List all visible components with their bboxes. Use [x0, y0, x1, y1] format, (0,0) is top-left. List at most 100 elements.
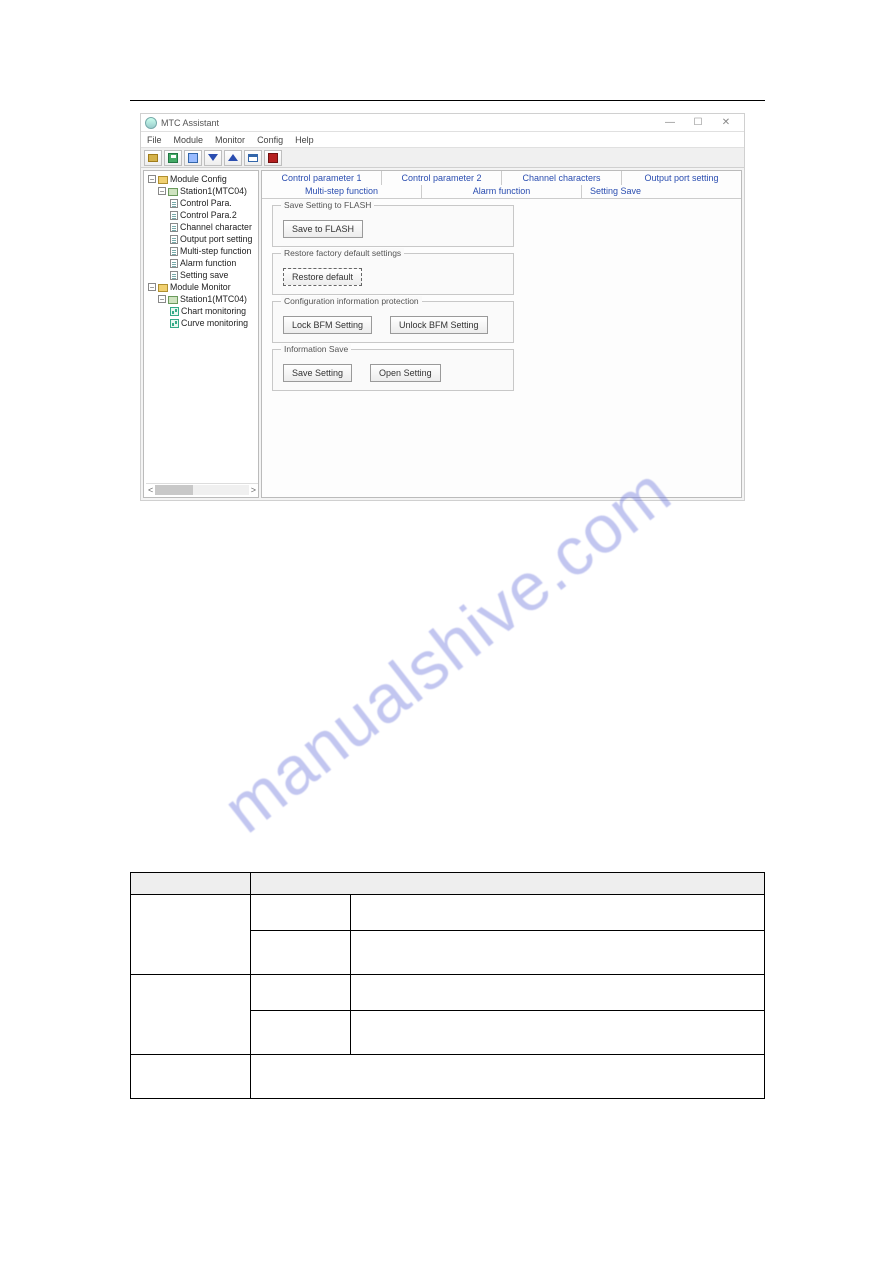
tree-item-setting-save[interactable]: Setting save	[146, 269, 258, 281]
tree-label: Module Monitor	[170, 282, 231, 292]
menu-monitor[interactable]: Monitor	[215, 135, 245, 145]
tree-item-control-para[interactable]: Control Para.	[146, 197, 258, 209]
scroll-track[interactable]	[155, 485, 248, 495]
tree-item-multistep[interactable]: Multi-step function	[146, 245, 258, 257]
page-icon	[170, 259, 178, 268]
scroll-thumb[interactable]	[155, 485, 192, 495]
page-icon	[170, 211, 178, 220]
tree-item-module-config[interactable]: − Module Config	[146, 173, 258, 185]
tab-setting-save[interactable]: Setting Save	[582, 185, 741, 198]
tab-multistep-function[interactable]: Multi-step function	[262, 185, 422, 198]
tab-control-parameter-2[interactable]: Control parameter 2	[381, 171, 501, 185]
page-icon	[170, 199, 178, 208]
doc-table	[130, 872, 765, 1099]
station-icon	[168, 296, 178, 304]
restore-default-button[interactable]: Restore default	[283, 268, 362, 286]
tree-item-control-para2[interactable]: Control Para.2	[146, 209, 258, 221]
tree-item-station-config[interactable]: − Station1(MTC04)	[146, 185, 258, 197]
open-button[interactable]	[144, 150, 162, 166]
tree-label: Control Para.	[180, 198, 232, 208]
collapse-icon[interactable]: −	[158, 187, 166, 195]
scroll-left-icon[interactable]: <	[148, 485, 153, 495]
menu-help[interactable]: Help	[295, 135, 314, 145]
group-legend: Save Setting to FLASH	[281, 200, 374, 210]
tree-item-output-port[interactable]: Output port setting	[146, 233, 258, 245]
group-restore-default: Restore factory default settings Restore…	[272, 253, 514, 295]
tree-label: Station1(MTC04)	[180, 186, 247, 196]
menu-config[interactable]: Config	[257, 135, 283, 145]
table-cell	[351, 931, 765, 975]
scroll-right-icon[interactable]: >	[251, 485, 256, 495]
menu-module[interactable]: Module	[174, 135, 204, 145]
collapse-icon[interactable]: −	[148, 175, 156, 183]
table-row	[131, 975, 765, 1011]
tree-label: Module Config	[170, 174, 227, 184]
tabs-row-2: Multi-step function Alarm function Setti…	[262, 185, 741, 199]
minimize-button[interactable]: —	[656, 117, 684, 128]
save-button[interactable]	[164, 150, 182, 166]
tree-label: Curve monitoring	[181, 318, 248, 328]
collapse-icon[interactable]: −	[158, 295, 166, 303]
download-icon	[208, 154, 218, 161]
group-config-protection: Configuration information protection Loc…	[272, 301, 514, 343]
page-icon	[170, 223, 178, 232]
table-cell	[131, 895, 251, 975]
download-button[interactable]	[204, 150, 222, 166]
page-icon	[170, 271, 178, 280]
save-setting-button[interactable]: Save Setting	[283, 364, 352, 382]
tree-item-module-monitor[interactable]: − Module Monitor	[146, 281, 258, 293]
maximize-button[interactable]: ☐	[684, 117, 712, 128]
tree-item-alarm[interactable]: Alarm function	[146, 257, 258, 269]
group-save-flash: Save Setting to FLASH Save to FLASH	[272, 205, 514, 247]
open-icon	[148, 154, 158, 162]
station-icon	[168, 188, 178, 196]
stop-icon	[268, 153, 278, 163]
tab-channel-characters[interactable]: Channel characters	[501, 171, 621, 185]
table-cell	[251, 975, 351, 1011]
group-information-save: Information Save Save Setting Open Setti…	[272, 349, 514, 391]
table-header	[251, 873, 765, 895]
tree-label: Station1(MTC04)	[180, 294, 247, 304]
tree-label: Setting save	[180, 270, 228, 280]
tree-label: Control Para.2	[180, 210, 237, 220]
table-row	[131, 895, 765, 931]
tabs-row-1: Control parameter 1 Control parameter 2 …	[262, 171, 741, 185]
menu-file[interactable]: File	[147, 135, 162, 145]
stop-button[interactable]	[264, 150, 282, 166]
toolbar	[141, 148, 744, 168]
page-rule	[130, 100, 765, 101]
open-setting-button[interactable]: Open Setting	[370, 364, 441, 382]
properties-button[interactable]	[184, 150, 202, 166]
app-window: MTC Assistant — ☐ ✕ File Module Monitor …	[140, 113, 745, 501]
tab-control-parameter-1[interactable]: Control parameter 1	[262, 171, 381, 185]
tab-alarm-function[interactable]: Alarm function	[422, 185, 582, 198]
close-button[interactable]: ✕	[712, 117, 740, 128]
tab-output-port-setting[interactable]: Output port setting	[621, 171, 741, 185]
table-header-row	[131, 873, 765, 895]
unlock-bfm-button[interactable]: Unlock BFM Setting	[390, 316, 488, 334]
table-header	[131, 873, 251, 895]
tree-item-curve-monitoring[interactable]: Curve monitoring	[146, 317, 258, 329]
tree-item-station-monitor[interactable]: − Station1(MTC04)	[146, 293, 258, 305]
tree-item-channel-character[interactable]: Channel character	[146, 221, 258, 233]
horizontal-scrollbar[interactable]: < >	[146, 483, 258, 495]
properties-icon	[188, 153, 198, 163]
tree-label: Channel character	[180, 222, 252, 232]
tree-item-chart-monitoring[interactable]: Chart monitoring	[146, 305, 258, 317]
folder-icon	[158, 176, 168, 184]
tree-label: Alarm function	[180, 258, 236, 268]
upload-icon	[228, 154, 238, 161]
menubar: File Module Monitor Config Help	[141, 132, 744, 148]
watermark: manualshive.com	[208, 452, 685, 848]
save-to-flash-button[interactable]: Save to FLASH	[283, 220, 363, 238]
main-panel: Control parameter 1 Control parameter 2 …	[261, 170, 742, 498]
window-button[interactable]	[244, 150, 262, 166]
lock-bfm-button[interactable]: Lock BFM Setting	[283, 316, 372, 334]
titlebar: MTC Assistant — ☐ ✕	[141, 114, 744, 132]
window-title: MTC Assistant	[161, 118, 219, 128]
tab-content: Save Setting to FLASH Save to FLASH Rest…	[262, 199, 741, 403]
page-icon	[170, 247, 178, 256]
upload-button[interactable]	[224, 150, 242, 166]
group-legend: Information Save	[281, 344, 351, 354]
collapse-icon[interactable]: −	[148, 283, 156, 291]
